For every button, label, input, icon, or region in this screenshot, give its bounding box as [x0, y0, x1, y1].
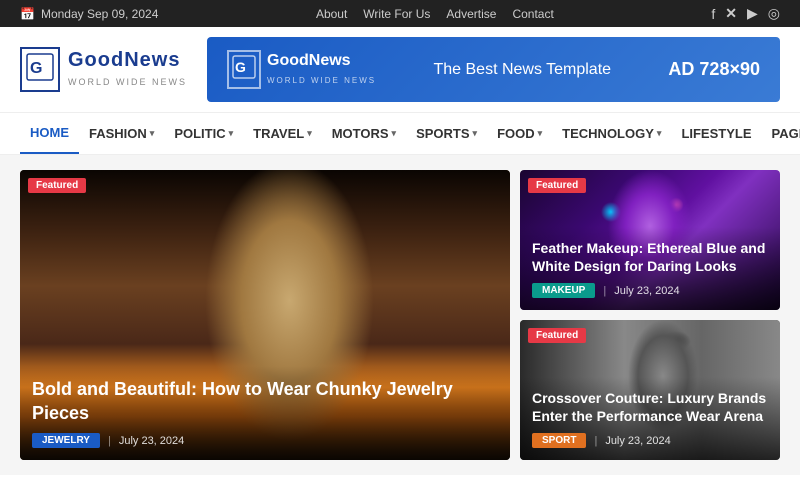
top-bar-socials: f ✕ ▶ ◎: [711, 5, 780, 22]
top-bar-date-area: 📅 Monday Sep 09, 2024: [20, 7, 158, 21]
header: G GoodNews WORLD WIDE NEWS G GoodNews WO…: [0, 27, 800, 112]
x-twitter-icon[interactable]: ✕: [725, 5, 737, 22]
ad-size: AD 728×90: [668, 59, 760, 80]
nav-pages[interactable]: PAGES ▾: [762, 114, 800, 153]
featured-small-card-2[interactable]: Featured Crossover Couture: Luxury Brand…: [520, 320, 780, 460]
nav-home[interactable]: HOME: [20, 113, 79, 154]
calendar-icon: 📅: [20, 7, 35, 21]
ad-banner: G GoodNews WORLD WIDE NEWS The Best News…: [207, 37, 780, 102]
top-bar: 📅 Monday Sep 09, 2024 About Write For Us…: [0, 0, 800, 27]
featured-badge-large: Featured: [28, 178, 86, 193]
small-card-1-caption: Feather Makeup: Ethereal Blue and White …: [520, 227, 780, 310]
date-text: Monday Sep 09, 2024: [41, 7, 158, 21]
featured-badge-small1: Featured: [528, 178, 586, 193]
featured-small-card-1[interactable]: Featured Feather Makeup: Ethereal Blue a…: [520, 170, 780, 310]
main-nav: HOME FASHION ▾ POLITIC ▾ TRAVEL ▾ MOTORS…: [0, 112, 800, 155]
small-card-1-tag-row: MAKEUP | July 23, 2024: [532, 283, 768, 298]
facebook-icon[interactable]: f: [711, 6, 715, 22]
large-card-tag-row: JEWELRY | July 23, 2024: [32, 433, 498, 448]
chevron-down-icon: ▾: [392, 128, 397, 139]
featured-large-card[interactable]: Featured Bold and Beautiful: How to Wear…: [20, 170, 510, 460]
contact-link[interactable]: Contact: [512, 7, 553, 21]
featured-right-column: Featured Feather Makeup: Ethereal Blue a…: [520, 170, 780, 460]
large-card-caption: Bold and Beautiful: How to Wear Chunky J…: [20, 366, 510, 460]
small-card-2-title: Crossover Couture: Luxury Brands Enter t…: [532, 389, 768, 425]
ad-logo-icon: G: [227, 50, 261, 89]
youtube-icon[interactable]: ▶: [747, 5, 758, 22]
large-card-title: Bold and Beautiful: How to Wear Chunky J…: [32, 378, 498, 425]
main-content: Featured Bold and Beautiful: How to Wear…: [0, 155, 800, 475]
logo-text: GoodNews WORLD WIDE NEWS: [68, 49, 187, 90]
chevron-down-icon: ▾: [307, 128, 312, 139]
svg-text:G: G: [235, 59, 246, 75]
ad-slogan: The Best News Template: [392, 61, 652, 79]
top-bar-nav: About Write For Us Advertise Contact: [316, 7, 554, 21]
ad-logo-text: GoodNews WORLD WIDE NEWS: [267, 52, 376, 88]
large-card-date: July 23, 2024: [119, 435, 184, 447]
featured-badge-small2: Featured: [528, 328, 586, 343]
nav-food[interactable]: FOOD ▾: [487, 114, 552, 153]
logo[interactable]: G GoodNews WORLD WIDE NEWS: [20, 47, 187, 92]
nav-fashion[interactable]: FASHION ▾: [79, 114, 164, 153]
small-card-2-date: July 23, 2024: [605, 435, 670, 447]
chevron-down-icon: ▾: [538, 128, 543, 139]
nav-motors[interactable]: MOTORS ▾: [322, 114, 406, 153]
small-card-1-title: Feather Makeup: Ethereal Blue and White …: [532, 239, 768, 275]
chevron-down-icon: ▾: [657, 128, 662, 139]
svg-text:G: G: [30, 60, 42, 77]
instagram-icon[interactable]: ◎: [768, 5, 780, 22]
write-for-us-link[interactable]: Write For Us: [363, 7, 430, 21]
small-card-2-caption: Crossover Couture: Luxury Brands Enter t…: [520, 377, 780, 460]
chevron-down-icon: ▾: [229, 128, 234, 139]
nav-politic[interactable]: POLITIC ▾: [164, 114, 243, 153]
small-card-1-date: July 23, 2024: [614, 285, 679, 297]
featured-grid: Featured Bold and Beautiful: How to Wear…: [20, 170, 780, 460]
advertise-link[interactable]: Advertise: [446, 7, 496, 21]
small-card-2-tag-row: SPORT | July 23, 2024: [532, 433, 768, 448]
nav-technology[interactable]: TECHNOLOGY ▾: [552, 114, 671, 153]
chevron-down-icon: ▾: [473, 128, 478, 139]
chevron-down-icon: ▾: [150, 128, 155, 139]
nav-lifestyle[interactable]: LIFESTYLE: [671, 114, 761, 153]
nav-travel[interactable]: TRAVEL ▾: [243, 114, 322, 153]
logo-icon: G: [20, 47, 60, 92]
ad-logo: G GoodNews WORLD WIDE NEWS: [227, 50, 376, 89]
small-card-2-tag[interactable]: SPORT: [532, 433, 586, 448]
small-card-1-tag[interactable]: MAKEUP: [532, 283, 595, 298]
nav-sports[interactable]: SPORTS ▾: [406, 114, 487, 153]
large-card-tag[interactable]: JEWELRY: [32, 433, 100, 448]
about-link[interactable]: About: [316, 7, 347, 21]
